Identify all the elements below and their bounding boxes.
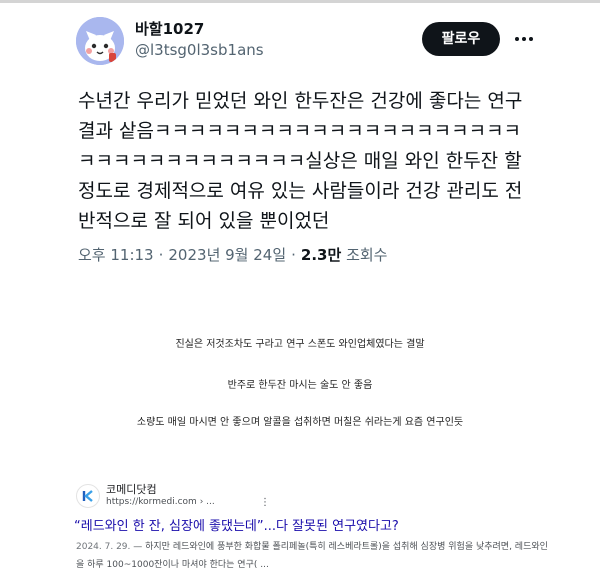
follow-button[interactable]: 팔로우 [422,22,500,56]
cat-avatar-icon [76,17,124,65]
user-handle[interactable]: @l3tsg0l3sb1ans [135,41,264,59]
avatar[interactable] [76,17,124,65]
snippet-date: 2024. 7. 29. [76,542,131,552]
result-title-link[interactable]: “레드와인 한 잔, 심장에 좋댔는데”...다 잘못된 연구였다고? [74,515,399,534]
site-url[interactable]: https://kormedi.com › ... [106,497,215,507]
result-snippet: 2024. 7. 29. — 하지만 레드와인에 풍부한 화합물 폴리페놀(특히… [76,538,556,574]
tweet-time[interactable]: 오후 11:13 [78,246,154,264]
result-options-icon[interactable]: ⋮ [260,497,270,508]
more-horizontal-icon[interactable] [512,27,536,51]
body-text-line: 소량도 매일 마시면 안 좋으며 알콜을 섭취하면 머칠은 쉬라는게 요즘 연구… [136,417,464,428]
site-name[interactable]: 코메디닷컴 [106,481,157,497]
separator: · [158,246,164,264]
tweet-text: 수년간 우리가 믿었던 와인 한두잔은 건강에 좋다는 연구결과 샅음ㅋㅋㅋㅋㅋ… [78,90,528,232]
snippet-text: — 하지만 레드와인에 풍부한 화합물 폴리페놀(특히 레스베라트롤)을 섭취해… [76,542,548,570]
site-favicon-icon [76,484,100,508]
separator: · [291,246,296,264]
tweet-date[interactable]: 2023년 9월 24일 [168,246,286,264]
tweet-card: 바할1027 @l3tsg0l3sb1ans 팔로우 수년간 우리가 믿었던 와… [0,0,600,290]
tweet-meta: 오후 11:13 · 2023년 9월 24일 · 2.3만 조회수 [78,244,387,265]
display-name[interactable]: 바할1027 [135,18,204,39]
views-label: 조회수 [346,246,388,264]
views-count: 2.3만 [300,246,342,264]
body-text-line: 진실은 저것조차도 구라고 연구 스폰도 와인업체였다는 결말 [175,339,425,350]
body-text-line: 반주로 한두잔 마시는 술도 안 좋음 [227,380,373,391]
